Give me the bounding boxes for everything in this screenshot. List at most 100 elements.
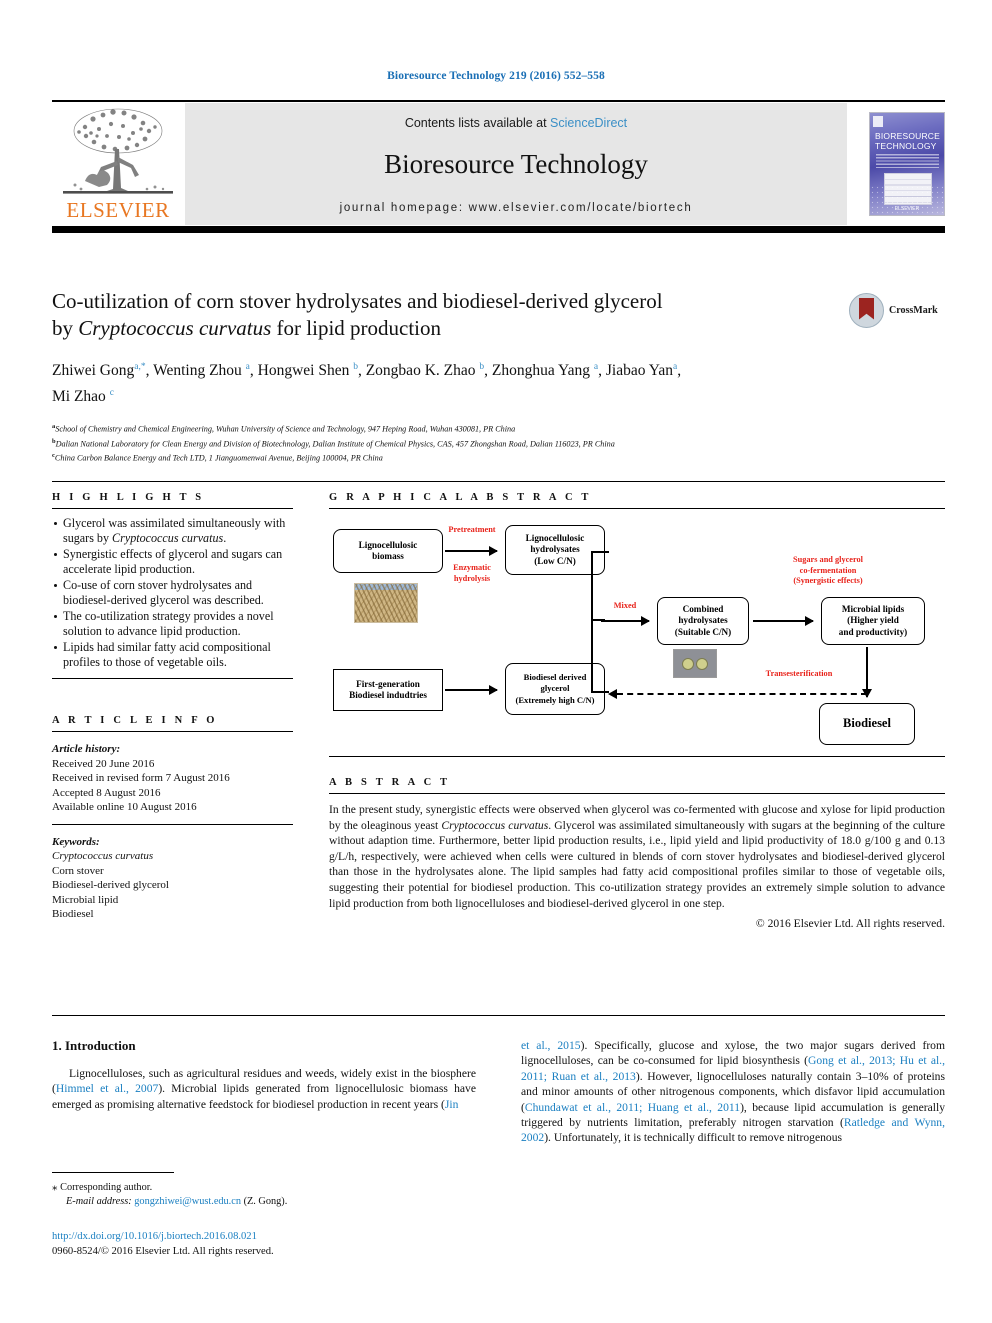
journal-masthead: ELSEVIER Contents lists available at Sci… (52, 100, 945, 233)
ga-box-lignocellulosic-hydrolysates: Lignocellulosic hydrolysates (Low C/N) (505, 525, 605, 575)
affiliation-item: cChina Carbon Balance Energy and Tech LT… (52, 450, 945, 464)
intro-text-f: ). Unfortunately, it is technically diff… (544, 1131, 843, 1145)
masthead-top-rule (52, 100, 945, 102)
elsevier-tree-icon: ELSEVIER (55, 105, 181, 223)
ga-label-pretreatment: Pretreatment (448, 525, 496, 534)
cover-elsevier-icon (873, 116, 883, 127)
author-list: Zhiwei Gonga,*, Wenting Zhou a, Hongwei … (52, 362, 682, 406)
masthead-bottom-rule (52, 226, 945, 233)
ga-box-lignocellulosic-biomass: Lignocellulosic biomass (333, 529, 443, 573)
highlights-rule-top (52, 508, 293, 509)
body-column-right: et al., 2015). Specifically, glucose and… (521, 1038, 945, 1146)
elsevier-wordmark: ELSEVIER (66, 198, 170, 222)
yeast-cells-micrograph (673, 649, 717, 678)
arrow-biomass-to-hydrolysates (445, 546, 498, 556)
right-column: G R A P H I C A L A B S T R A C T Lignoc… (329, 492, 945, 930)
crossmark-badge[interactable]: CrossMark (849, 292, 945, 328)
ga-box-biodiesel-derived-glycerol: Biodiesel derived glycerol (Extremely hi… (505, 663, 605, 715)
keyword-item: Microbial lipid (52, 893, 119, 906)
citation-link[interactable]: et al., 2015 (521, 1039, 581, 1052)
graphical-abstract-diagram: Lignocellulosic biomass Lignocellulosic … (329, 517, 945, 750)
article-info-heading: A R T I C L E I N F O (52, 715, 218, 726)
journal-cover-thumbnail: BIORESOURCE TECHNOLOGY ELSEVIER (869, 112, 945, 216)
corn-stover-photo (354, 583, 418, 623)
arrow-firstgen-to-glycerol (445, 685, 498, 695)
highlight-post: . (223, 531, 227, 545)
journal-homepage-line[interactable]: journal homepage: www.elsevier.com/locat… (185, 202, 847, 214)
author-sup: c (109, 388, 114, 399)
ga-label-enzymatic-hydrolysis: Enzymatic hydrolysis (453, 563, 491, 583)
tree-illustration-icon (63, 108, 173, 194)
highlight-text: The co-utilization strategy provides a n… (63, 609, 274, 638)
abstract-species: Cryptococcus curvatus (441, 818, 549, 832)
highlight-item: Glycerol was assimilated simultaneously … (52, 516, 293, 546)
cover-subtitle-lines (876, 154, 939, 169)
keyword-item: Cryptococcus curvatus (52, 850, 154, 862)
affiliation-text: Dalian National Laboratory for Clean Ene… (55, 439, 615, 449)
keywords-block: Keywords: Cryptococcus curvatus Corn sto… (52, 835, 293, 922)
author-name: Mi Zhao (52, 388, 106, 406)
author-name: Zongbao K. Zhao (365, 362, 476, 380)
highlight-item: Co-use of corn stover hydrolysates and b… (52, 578, 293, 608)
history-item: Available online 10 August 2016 (52, 801, 197, 813)
author-name: Zhonghua Yang (491, 362, 591, 380)
contents-available-line: Contents lists available at ScienceDirec… (185, 116, 847, 130)
ga-box-label: Lignocellulosic biomass (358, 539, 418, 562)
title-section-divider (52, 481, 945, 482)
keyword-item: Corn stover (52, 864, 104, 877)
ga-box-combined-hydrolysates: Combined hydrolysates (Suitable C/N) (657, 597, 749, 645)
citation-link[interactable]: Chundawat et al., 2011; Huang et al., 20… (525, 1101, 740, 1114)
ga-box-label: Lignocellulosic hydrolysates (Low C/N) (525, 532, 585, 566)
highlight-italic: Cryptococcus curvatus (112, 531, 224, 545)
crossmark-shield-shape (859, 297, 874, 320)
left-column: H I G H L I G H T S Glycerol was assimil… (52, 492, 293, 922)
ga-label-mixed: Mixed (613, 601, 637, 610)
ga-label-transesterification: Transesterification (765, 669, 833, 678)
ga-bracket-top-stub (591, 551, 609, 553)
author-name: Jiabao Yan (605, 362, 674, 380)
highlight-item: Lipids had similar fatty acid compositio… (52, 640, 293, 670)
email-owner: (Z. Gong). (243, 1196, 288, 1207)
graphical-abstract-rule-top (329, 508, 945, 509)
ga-box-label: First-generation Biodiesel indudtries (349, 678, 427, 701)
ga-box-first-generation-biodiesel: First-generation Biodiesel indudtries (333, 669, 443, 711)
keyword-item: Biodiesel-derived glycerol (52, 879, 169, 891)
arrow-mixed-to-combined (601, 616, 650, 626)
sciencedirect-link[interactable]: ScienceDirect (550, 116, 627, 130)
highlight-text: Co-use of corn stover hydrolysates and b… (63, 578, 264, 607)
cell-glyph (696, 657, 708, 670)
doi-link[interactable]: http://dx.doi.org/10.1016/j.biortech.201… (52, 1230, 476, 1245)
dashed-transesterification-return (617, 693, 867, 695)
section-heading-introduction: 1. Introduction (52, 1038, 136, 1053)
citation-link[interactable]: Himmel et al., 2007 (56, 1082, 158, 1095)
author-name: Hongwei Shen (257, 362, 350, 380)
cover-title: BIORESOURCE TECHNOLOGY (875, 131, 941, 151)
masthead-center-panel: Contents lists available at ScienceDirec… (185, 103, 847, 225)
keywords-rule (52, 823, 293, 825)
ga-box-microbial-lipids: Microbial lipids (Higher yield and produ… (821, 597, 925, 645)
highlights-heading: H I G H L I G H T S (52, 492, 205, 503)
footnote-rule (52, 1172, 174, 1173)
email-link[interactable]: gongzhiwei@wust.edu.cn (134, 1196, 241, 1207)
corresponding-author-label: Corresponding author. (57, 1182, 153, 1193)
title-line-2-post: for lipid production (271, 316, 442, 340)
ga-label-cofermentation: Sugars and glycerol co-fermentation (Syn… (793, 555, 863, 585)
author-sup: b (479, 362, 485, 372)
ga-box-biodiesel: Biodiesel (819, 703, 915, 745)
intro-paragraph-right: et al., 2015). Specifically, glucose and… (521, 1038, 945, 1146)
body-column-left: 1. Introduction Lignocelluloses, such as… (52, 1038, 476, 1257)
crossmark-icon (849, 292, 884, 328)
author-name: Wenting Zhou (153, 362, 242, 380)
elsevier-logo-area: ELSEVIER (52, 103, 185, 225)
abstract-copyright: © 2016 Elsevier Ltd. All rights reserved… (755, 917, 945, 931)
article-history-block: Article history: Received 20 June 2016 R… (52, 742, 293, 815)
citation-link[interactable]: Jin (445, 1098, 459, 1111)
affiliation-text: School of Chemistry and Chemical Enginee… (55, 425, 516, 435)
affiliation-item: bDalian National Laboratory for Clean En… (52, 436, 945, 450)
article-info-rule (52, 731, 293, 732)
affiliation-list: aSchool of Chemistry and Chemical Engine… (52, 421, 945, 464)
highlight-text: Lipids had similar fatty acid compositio… (63, 640, 271, 669)
ga-bracket-bottom-stub (591, 691, 609, 693)
doi-block: http://dx.doi.org/10.1016/j.biortech.201… (52, 1230, 476, 1259)
email-label: E-mail address: (66, 1196, 132, 1207)
